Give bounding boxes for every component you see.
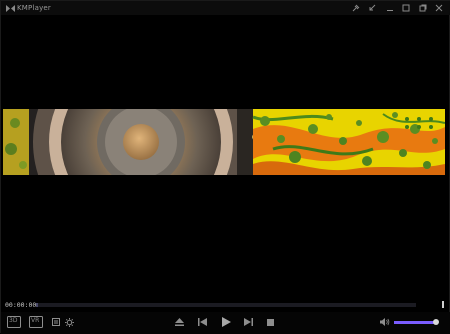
volume-knob[interactable]: [432, 319, 439, 325]
app-title: KMPlayer: [17, 4, 52, 12]
eject-icon: [174, 318, 184, 326]
pin-icon: [352, 4, 360, 12]
seek-end-marker: [442, 301, 444, 308]
minimize-icon: [386, 4, 394, 12]
playlist-icon: [52, 318, 60, 326]
seek-bar[interactable]: [36, 303, 416, 307]
time-display: 00:00:00: [5, 301, 37, 309]
next-button[interactable]: [242, 317, 254, 327]
vr-button[interactable]: VR: [29, 315, 43, 329]
maximize-button[interactable]: [401, 3, 411, 13]
3d-label: 3D: [9, 317, 18, 324]
eject-button[interactable]: [173, 317, 185, 327]
minimize-button[interactable]: [385, 3, 395, 13]
previous-button[interactable]: [196, 317, 208, 327]
shrink-icon: [368, 4, 376, 12]
control-bar: 3D VR: [1, 312, 450, 334]
kmplayer-logo-icon: [6, 4, 15, 12]
close-icon: [435, 4, 443, 12]
stop-icon: [266, 318, 274, 326]
video-frame-image: [3, 109, 445, 175]
player-window: KMPlayer 00:00:00 3D VR: [0, 0, 450, 334]
playlist-button[interactable]: [51, 317, 61, 327]
restore-icon: [419, 4, 427, 12]
video-frame: [3, 109, 445, 175]
3d-button[interactable]: 3D: [7, 315, 21, 329]
title-bar[interactable]: KMPlayer: [1, 1, 450, 15]
seek-progress: [36, 303, 38, 307]
volume-level: [394, 321, 436, 324]
settings-button[interactable]: [64, 317, 74, 327]
mute-button[interactable]: [379, 317, 390, 327]
play-button[interactable]: [220, 316, 232, 328]
volume-slider[interactable]: [394, 319, 439, 325]
vr-label: VR: [31, 317, 40, 324]
fullscreen-button[interactable]: [418, 3, 428, 13]
pin-button[interactable]: [351, 3, 361, 13]
maximize-icon: [402, 4, 410, 12]
previous-icon: [197, 318, 207, 326]
shrink-button[interactable]: [367, 3, 377, 13]
volume-icon: [379, 318, 390, 326]
app-logo[interactable]: KMPlayer: [6, 3, 51, 13]
next-icon: [243, 318, 253, 326]
play-icon: [221, 317, 231, 327]
close-button[interactable]: [434, 3, 444, 13]
seek-row: 00:00:00: [1, 299, 450, 311]
settings-icon: [64, 317, 74, 327]
stop-button[interactable]: [265, 317, 275, 327]
